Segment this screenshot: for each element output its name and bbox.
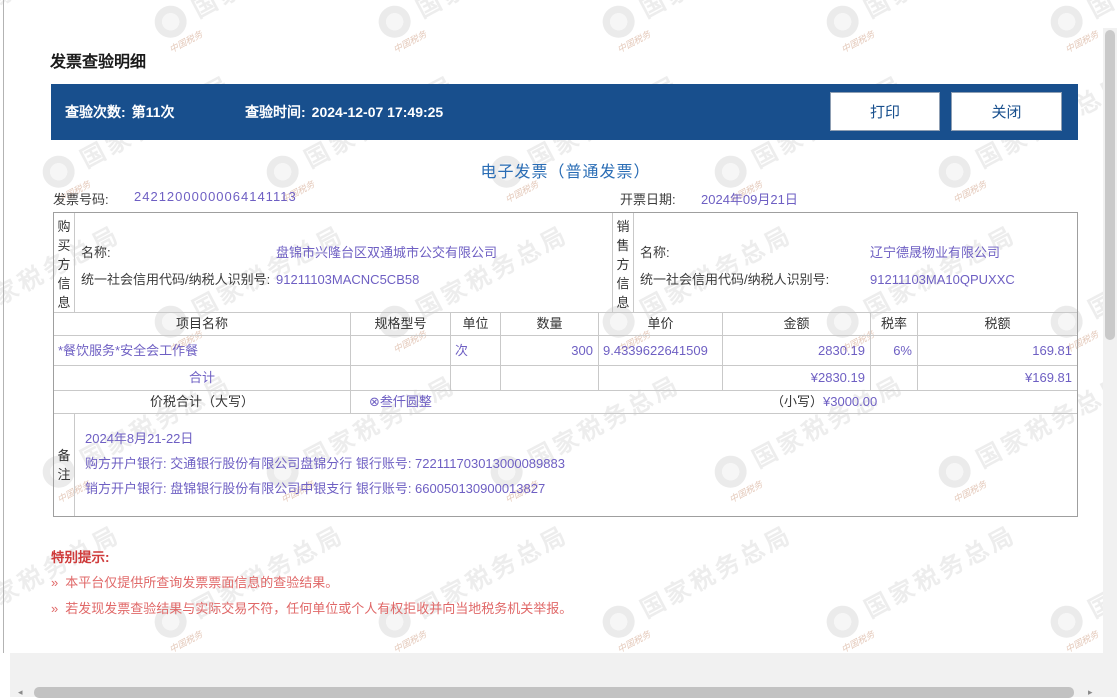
seller-taxid-line: 统一社会信用代码/纳税人识别号: 91211103MA10QPUXXC <box>640 266 1077 293</box>
grand-total-figures-value: ¥3000.00 <box>823 394 878 409</box>
scroll-left-arrow-icon[interactable]: ◂ <box>18 688 23 697</box>
buyer-taxid-label: 统一社会信用代码/纳税人识别号: <box>81 272 271 287</box>
buyer-taxid-line: 统一社会信用代码/纳税人识别号: 91211103MACNC5CB58 <box>81 266 612 293</box>
notice-item-text: 若发现发票查验结果与实际交易不符，任何单位或个人有权拒收并向当地税务机关举报。 <box>65 601 573 616</box>
scroll-right-arrow-icon[interactable]: ▸ <box>1088 688 1093 697</box>
item-qty-cell: 300 <box>501 336 599 366</box>
seller-name-line: 名称: 辽宁德晟物业有限公司 <box>640 239 1077 266</box>
remarks-cell: 2024年8月21-22日 购方开户银行: 交通银行股份有限公司盘锦分行 银行账… <box>75 414 1077 516</box>
horizontal-scrollbar[interactable]: ◂ ▸ <box>10 653 1103 698</box>
seller-name-label: 名称: <box>640 245 670 260</box>
buyer-info-cell: 名称: 盘锦市兴隆台区双通城市公交有限公司 统一社会信用代码/纳税人识别号: 9… <box>75 213 613 313</box>
subtotal-empty-cell <box>871 366 918 391</box>
subtotal-empty-cell <box>599 366 723 391</box>
subtotal-empty-cell <box>501 366 599 391</box>
close-button[interactable]: 关闭 <box>951 92 1062 131</box>
header-cell: 税额 <box>918 313 1077 336</box>
invoice-date-label: 开票日期: <box>620 192 676 207</box>
item-unit-cell: 次 <box>451 336 501 366</box>
subtotal-row: 合计 ¥2830.19 ¥169.81 <box>54 366 1077 391</box>
subtotal-label-cell: 合计 <box>54 366 351 391</box>
header-cell: 金额 <box>723 313 871 336</box>
seller-name-value: 辽宁德晟物业有限公司 <box>870 245 1001 260</box>
item-row: *餐饮服务*安全会工作餐 次 300 9.4339622641509 2830.… <box>54 336 1077 366</box>
print-button[interactable]: 打印 <box>830 92 940 131</box>
header-cell: 数量 <box>501 313 599 336</box>
check-count: 查验次数: 第11次 <box>65 84 174 140</box>
notice-title: 特别提示: <box>51 550 110 565</box>
subtotal-amount-cell: ¥2830.19 <box>723 366 871 391</box>
vertical-scrollbar-thumb[interactable] <box>1105 30 1115 340</box>
check-count-value: 第11次 <box>131 104 175 120</box>
grand-total-words-value: ⊗叁仟圆整 <box>369 394 432 409</box>
invoice-date-value: 2024年09月21日 <box>701 192 798 207</box>
remark-line: 2024年8月21-22日 <box>85 431 194 446</box>
grand-total-words-label: 价税合计（大写） <box>54 391 351 414</box>
page-title: 发票查验明细 <box>50 54 147 71</box>
item-taxrate-cell: 6% <box>871 336 918 366</box>
buyer-name-line: 名称: 盘锦市兴隆台区双通城市公交有限公司 <box>81 239 612 266</box>
remarks-row: 备注 2024年8月21-22日 购方开户银行: 交通银行股份有限公司盘锦分行 … <box>54 414 1077 516</box>
invoice-verification-page: 发票查验明细 查验次数: 第11次 查验时间: 2024-12-07 17:49… <box>0 0 1117 697</box>
item-price-cell: 9.4339622641509 <box>599 336 723 366</box>
notice-item-text: 本平台仅提供所查询发票票面信息的查验结果。 <box>65 575 339 590</box>
subtotal-empty-cell <box>351 366 451 391</box>
header-cell: 规格型号 <box>351 313 451 336</box>
invoice-number-value: 24212000000064141113 <box>134 189 297 204</box>
item-spec-cell <box>351 336 451 366</box>
item-name-cell: *餐饮服务*安全会工作餐 <box>54 336 351 366</box>
header-cell: 单位 <box>451 313 501 336</box>
party-info-row: 购买方信息 名称: 盘锦市兴隆台区双通城市公交有限公司 统一社会信用代码/纳税人… <box>54 213 1077 313</box>
notice-bullet: » <box>51 601 59 616</box>
invoice-number-label: 发票号码: <box>53 192 109 207</box>
header-cell: 税率 <box>871 313 918 336</box>
verification-toolbar: 查验次数: 第11次 查验时间: 2024-12-07 17:49:25 打印 … <box>51 84 1078 140</box>
check-time-label: 查验时间: <box>245 104 306 120</box>
seller-taxid-value: 91211103MA10QPUXXC <box>870 272 1015 287</box>
check-count-label: 查验次数: <box>65 104 126 120</box>
notice-item: » 本平台仅提供所查询发票票面信息的查验结果。 <box>51 572 338 591</box>
invoice-number-row: 发票号码: 24212000000064141113 开票日期: 2024年09… <box>0 189 1117 207</box>
invoice-table: 购买方信息 名称: 盘锦市兴隆台区双通城市公交有限公司 统一社会信用代码/纳税人… <box>53 212 1078 517</box>
horizontal-scrollbar-thumb[interactable] <box>34 687 1074 698</box>
buyer-name-value: 盘锦市兴隆台区双通城市公交有限公司 <box>276 245 498 260</box>
grand-total-cell: ⊗叁仟圆整 （小写） ¥3000.00 <box>351 391 1077 414</box>
remark-line: 销方开户银行: 盘锦银行股份有限公司中银支行 银行账号: 66005013090… <box>85 481 546 496</box>
vertical-scrollbar[interactable] <box>1103 28 1117 697</box>
seller-info-cell: 名称: 辽宁德晟物业有限公司 统一社会信用代码/纳税人识别号: 91211103… <box>634 213 1077 313</box>
frame-border <box>3 0 4 653</box>
header-cell: 项目名称 <box>54 313 351 336</box>
subtotal-tax-cell: ¥169.81 <box>918 366 1077 391</box>
invoice-type-title: 电子发票（普通发票） <box>480 164 651 181</box>
buyer-side-label: 购买方信息 <box>54 213 75 313</box>
remarks-side-label: 备注 <box>54 414 75 516</box>
subtotal-empty-cell <box>451 366 501 391</box>
items-header-row: 项目名称 规格型号 单位 数量 单价 金额 税率 税额 <box>54 313 1077 336</box>
remark-line: 购方开户银行: 交通银行股份有限公司盘锦分行 银行账号: 72211170301… <box>85 456 565 471</box>
check-time-value: 2024-12-07 17:49:25 <box>311 104 444 120</box>
buyer-taxid-value: 91211103MACNC5CB58 <box>276 272 420 287</box>
notice-item: » 若发现发票查验结果与实际交易不符，任何单位或个人有权拒收并向当地税务机关举报。 <box>51 598 572 617</box>
header-cell: 单价 <box>599 313 723 336</box>
grand-total-figures-label: （小写） <box>771 394 824 409</box>
check-time: 查验时间: 2024-12-07 17:49:25 <box>245 84 443 140</box>
seller-side-label: 销售方信息 <box>613 213 634 313</box>
item-tax-cell: 169.81 <box>918 336 1077 366</box>
notice-bullet: » <box>51 575 59 590</box>
item-amount-cell: 2830.19 <box>723 336 871 366</box>
buyer-name-label: 名称: <box>81 245 111 260</box>
grand-total-row: 价税合计（大写） ⊗叁仟圆整 （小写） ¥3000.00 <box>54 391 1077 414</box>
seller-taxid-label: 统一社会信用代码/纳税人识别号: <box>640 272 830 287</box>
